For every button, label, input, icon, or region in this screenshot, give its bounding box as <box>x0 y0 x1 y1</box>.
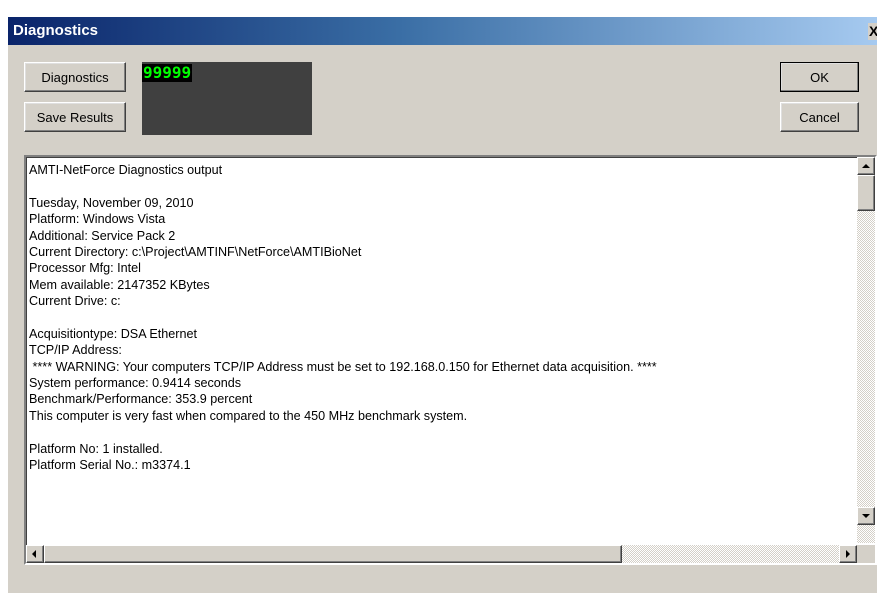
ok-button[interactable]: OK <box>780 62 859 92</box>
ok-button-label: OK <box>810 70 829 85</box>
cancel-button-label: Cancel <box>799 110 840 125</box>
vertical-scrollbar[interactable] <box>857 157 875 543</box>
scroll-down-button[interactable] <box>857 507 875 525</box>
scroll-right-arrow-icon <box>846 550 850 558</box>
scroll-up-arrow-icon <box>862 164 870 168</box>
horizontal-scroll-thumb[interactable] <box>44 545 622 563</box>
output-line: Platform Serial No.: m3374.1 <box>29 458 191 473</box>
diagnostics-button[interactable]: Diagnostics <box>24 62 126 92</box>
title-bar[interactable]: Diagnostics X <box>8 17 877 45</box>
scroll-up-button[interactable] <box>857 157 875 175</box>
output-text[interactable]: AMTI-NetForce Diagnostics output Tuesday,… <box>29 162 855 536</box>
output-line: Platform: Windows Vista <box>29 212 166 227</box>
output-line: This computer is very fast when compared… <box>29 408 468 423</box>
output-line: Processor Mfg: Intel <box>29 261 141 276</box>
output-line: TCP/IP Address: <box>29 343 122 358</box>
scroll-left-button[interactable] <box>26 545 44 563</box>
output-line: Benchmark/Performance: 353.9 percent <box>29 392 253 407</box>
scroll-right-button[interactable] <box>839 545 857 563</box>
status-display: 99999 <box>142 62 312 135</box>
diagnostics-button-label: Diagnostics <box>41 70 109 85</box>
output-line: Mem available: 2147352 KBytes <box>29 277 210 292</box>
scroll-down-arrow-icon <box>862 514 870 518</box>
output-line: Current Drive: c: <box>29 294 121 309</box>
output-line: Platform No: 1 installed. <box>29 441 163 456</box>
output-line: Current Directory: c:\Project\AMTINF\Net… <box>29 244 362 259</box>
scrollbar-corner <box>857 545 875 563</box>
output-line: System performance: 0.9414 seconds <box>29 376 242 391</box>
save-results-button[interactable]: Save Results <box>24 102 126 132</box>
diagnostics-output-textbox[interactable]: AMTI-NetForce Diagnostics output Tuesday,… <box>24 155 877 565</box>
output-line: AMTI-NetForce Diagnostics output <box>29 163 223 177</box>
save-results-button-label: Save Results <box>36 110 114 125</box>
output-line: Additional: Service Pack 2 <box>29 228 176 243</box>
output-line: Tuesday, November 09, 2010 <box>29 195 194 210</box>
close-icon[interactable]: X <box>868 23 877 40</box>
scroll-left-arrow-icon <box>32 550 36 558</box>
output-line: **** WARNING: Your computers TCP/IP Addr… <box>29 359 657 374</box>
diagnostics-dialog: Diagnostics X Diagnostics Save Results 9… <box>8 17 877 593</box>
cancel-button[interactable]: Cancel <box>780 102 859 132</box>
horizontal-scrollbar[interactable] <box>26 545 857 563</box>
output-line: Acquisitiontype: DSA Ethernet <box>29 326 198 341</box>
window-title: Diagnostics <box>13 22 99 39</box>
display-value: 99999 <box>142 63 193 82</box>
vertical-scroll-thumb[interactable] <box>857 175 875 211</box>
